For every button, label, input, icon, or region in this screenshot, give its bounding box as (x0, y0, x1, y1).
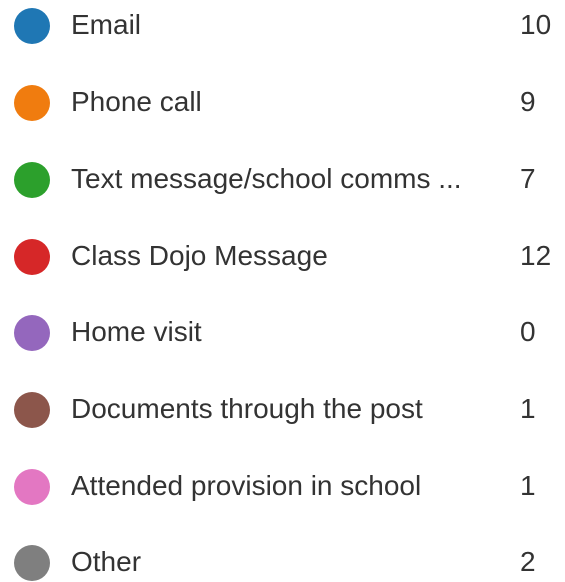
color-swatch-icon (14, 392, 50, 428)
color-swatch-icon (14, 545, 50, 581)
legend-item-text-message[interactable]: Text message/school comms ... 7 (0, 159, 565, 199)
legend-item-class-dojo-message[interactable]: Class Dojo Message 12 (0, 236, 565, 276)
color-swatch-icon (14, 85, 50, 121)
legend-label: Text message/school comms ... (71, 163, 462, 194)
legend-label: Documents through the post (71, 393, 423, 424)
legend-item-phone-call[interactable]: Phone call 9 (0, 82, 565, 122)
response-legend: Email 10 Phone call 9 Text message/schoo… (0, 0, 565, 582)
color-swatch-icon (14, 162, 50, 198)
color-swatch-icon (14, 8, 50, 44)
color-swatch-icon (14, 469, 50, 505)
legend-item-home-visit[interactable]: Home visit 0 (0, 312, 565, 352)
legend-count: 7 (520, 163, 536, 194)
legend-count: 2 (520, 546, 536, 577)
legend-label: Class Dojo Message (71, 240, 328, 271)
legend-label: Email (71, 9, 142, 40)
legend-count: 1 (520, 470, 536, 501)
legend-label: Attended provision in school (71, 470, 422, 501)
legend-item-documents-through-post[interactable]: Documents through the post 1 (0, 389, 565, 429)
legend-count: 0 (520, 316, 536, 347)
legend-item-email[interactable]: Email 10 (0, 5, 565, 45)
legend-count: 1 (520, 393, 536, 424)
legend-label: Other (71, 546, 142, 577)
legend-item-attended-provision[interactable]: Attended provision in school 1 (0, 466, 565, 506)
legend-count: 9 (520, 86, 536, 117)
legend-count: 12 (520, 240, 552, 271)
legend-label: Home visit (71, 316, 202, 347)
color-swatch-icon (14, 315, 50, 351)
legend-label: Phone call (71, 86, 202, 117)
legend-item-other[interactable]: Other 2 (0, 542, 565, 582)
legend-count: 10 (520, 9, 552, 40)
color-swatch-icon (14, 239, 50, 275)
